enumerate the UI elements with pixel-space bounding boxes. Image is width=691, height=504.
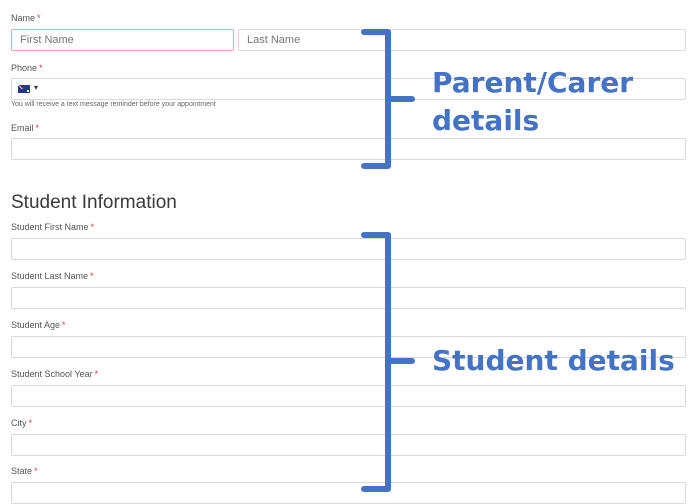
parent-bracket (361, 29, 415, 169)
email-label-text: Email (11, 123, 34, 133)
email-input[interactable] (12, 139, 685, 159)
student-first-name-input[interactable] (12, 239, 685, 259)
state-label-text: State (11, 466, 33, 476)
state-input[interactable] (12, 483, 685, 503)
student-age-label: Student Age * (11, 320, 66, 331)
australia-flag-icon (18, 85, 30, 93)
parent-annotation-line1: Parent/Carer (432, 66, 634, 99)
student-last-name-field[interactable] (11, 287, 686, 309)
city-label: City * (11, 418, 32, 429)
required-marker: * (90, 271, 94, 281)
student-last-name-label: Student Last Name * (11, 271, 94, 282)
required-marker: * (37, 13, 41, 23)
required-marker: * (90, 222, 95, 232)
state-label: State * (11, 466, 38, 477)
city-field[interactable] (11, 434, 686, 456)
required-marker: * (34, 466, 38, 476)
first-name-field[interactable] (11, 29, 234, 51)
required-marker: * (35, 123, 40, 133)
first-name-input[interactable] (12, 30, 233, 50)
student-school-year-label-text: Student School Year (11, 369, 93, 379)
student-age-label-text: Student Age (11, 320, 61, 330)
student-first-name-label-text: Student First Name (11, 222, 89, 232)
last-name-input[interactable] (239, 30, 685, 50)
email-label: Email * (11, 123, 39, 134)
required-marker: * (94, 369, 99, 379)
student-annotation: Student details (432, 344, 675, 377)
section-title: Student Information (11, 192, 177, 213)
student-first-name-label: Student First Name * (11, 222, 94, 233)
country-selector[interactable]: ▾ (12, 79, 46, 99)
parent-annotation-line2: details (432, 104, 540, 137)
student-school-year-input[interactable] (12, 386, 685, 406)
required-marker: * (28, 418, 33, 428)
student-last-name-label-text: Student Last Name (11, 271, 89, 281)
city-input[interactable] (12, 435, 685, 455)
required-marker: * (39, 63, 43, 73)
parent-annotation: Parent/Carer details (432, 64, 633, 140)
student-bracket (361, 232, 415, 492)
required-marker: * (62, 320, 66, 330)
student-school-year-label: Student School Year * (11, 369, 98, 380)
state-field[interactable] (11, 482, 686, 504)
last-name-field[interactable] (238, 29, 686, 51)
name-label: Name * (11, 13, 41, 24)
student-school-year-field[interactable] (11, 385, 686, 407)
name-label-text: Name (11, 13, 36, 23)
phone-label: Phone * (11, 63, 43, 74)
student-last-name-input[interactable] (12, 288, 685, 308)
city-label-text: City (11, 418, 27, 428)
student-first-name-field[interactable] (11, 238, 686, 260)
phone-hint: You will receive a text message reminder… (11, 101, 216, 108)
caret-down-icon: ▾ (34, 83, 39, 92)
phone-label-text: Phone (11, 63, 38, 73)
email-field[interactable] (11, 138, 686, 160)
